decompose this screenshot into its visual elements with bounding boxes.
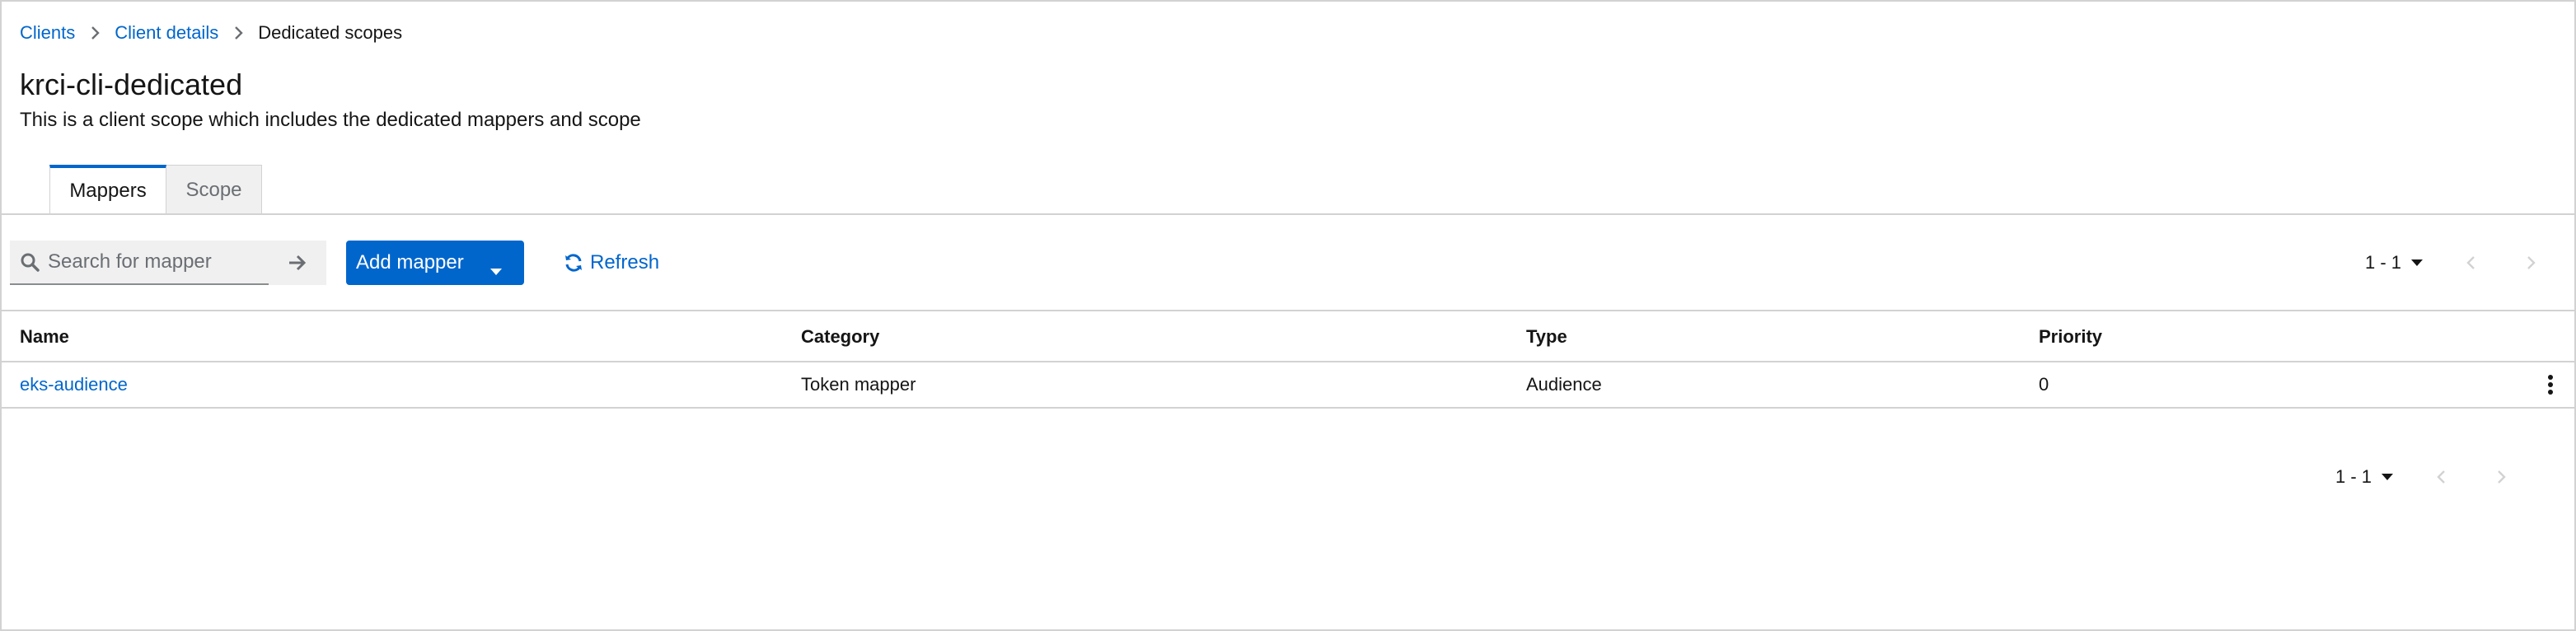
- per-page-toggle[interactable]: 1 - 1: [2365, 252, 2424, 273]
- breadcrumb-link-clients[interactable]: Clients: [20, 22, 75, 44]
- tab-mappers[interactable]: Mappers: [49, 165, 166, 214]
- arrow-right-icon: [288, 254, 307, 272]
- caret-down-icon: [2411, 259, 2424, 266]
- mapper-category: Token mapper: [801, 374, 916, 395]
- angle-right-icon: [2526, 255, 2536, 270]
- search-input[interactable]: [48, 245, 262, 278]
- search-icon: [20, 251, 41, 273]
- table-row: eks-audience Token mapper Audience 0: [2, 362, 2574, 409]
- table-header: Name Category Type Priority: [2, 311, 2574, 362]
- search-field: [10, 241, 269, 285]
- tab-scope[interactable]: Scope: [166, 165, 262, 214]
- caret-down-icon: [489, 259, 503, 282]
- angle-right-icon: [2496, 470, 2506, 484]
- mapper-name-link[interactable]: eks-audience: [20, 362, 128, 407]
- kebab-icon: [2547, 374, 2554, 395]
- breadcrumb-current: Dedicated scopes: [258, 22, 403, 43]
- pagination-bottom: 1 - 1: [2335, 455, 2513, 499]
- refresh-button[interactable]: Refresh: [564, 241, 659, 285]
- search-submit-button[interactable]: [269, 241, 326, 285]
- previous-page-button[interactable]: [2459, 250, 2484, 275]
- angle-left-icon: [2437, 470, 2447, 484]
- refresh-label: Refresh: [590, 251, 660, 273]
- per-page-toggle[interactable]: 1 - 1: [2335, 466, 2394, 488]
- tabs-divider: [2, 213, 2574, 215]
- column-header-name: Name: [20, 326, 69, 347]
- caret-down-icon: [2382, 474, 2394, 480]
- pagination-range: 1 - 1: [2335, 466, 2372, 487]
- breadcrumb: Clients Client details Dedicated scopes: [20, 20, 402, 46]
- angle-left-icon: [2466, 255, 2476, 270]
- next-page-button[interactable]: [2518, 250, 2543, 275]
- column-header-type: Type: [1526, 326, 1567, 347]
- column-header-category: Category: [801, 326, 880, 347]
- row-actions-button[interactable]: [2538, 372, 2563, 397]
- pagination-range: 1 - 1: [2365, 252, 2402, 273]
- tab-list: Mappers Scope: [49, 165, 262, 214]
- mapper-type: Audience: [1526, 374, 1602, 395]
- chevron-right-icon: [90, 26, 100, 40]
- chevron-right-icon: [233, 26, 243, 40]
- next-page-button[interactable]: [2489, 465, 2513, 489]
- column-header-priority: Priority: [2039, 326, 2103, 347]
- pagination-top: 1 - 1: [2365, 241, 2543, 285]
- mapper-priority: 0: [2039, 374, 2049, 395]
- page-description: This is a client scope which includes th…: [20, 109, 641, 131]
- sync-icon: [564, 252, 585, 273]
- breadcrumb-link-client-details[interactable]: Client details: [115, 22, 218, 44]
- add-mapper-label: Add mapper: [356, 251, 464, 273]
- previous-page-button[interactable]: [2429, 465, 2454, 489]
- add-mapper-button[interactable]: Add mapper: [346, 241, 524, 285]
- page-title: krci-cli-dedicated: [20, 68, 243, 101]
